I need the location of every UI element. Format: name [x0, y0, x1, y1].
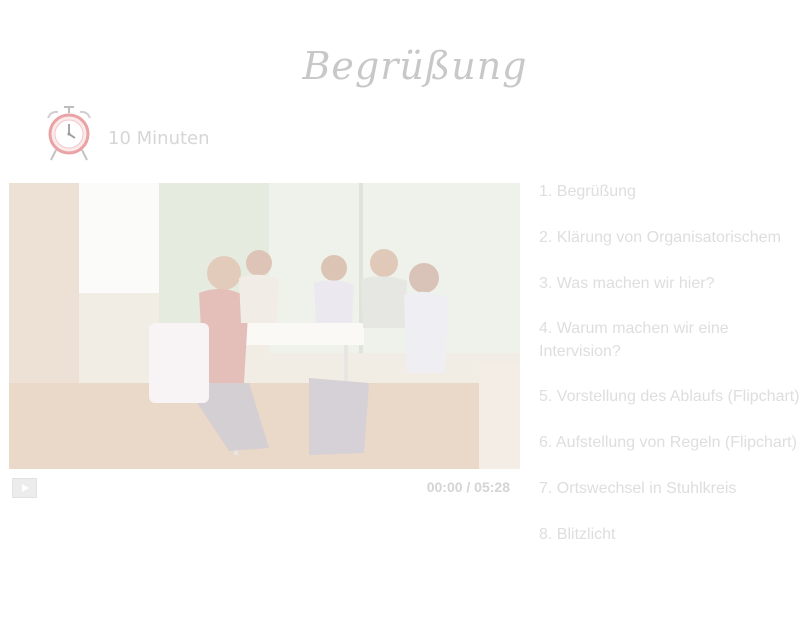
timer: 10 Minuten — [42, 104, 210, 166]
video-frame — [9, 183, 520, 469]
timer-label: 10 Minuten — [108, 127, 210, 149]
agenda-item: 5. Vorstellung des Ablaufs (Flipchart) — [539, 388, 800, 405]
agenda-item: 8. Blitzlicht — [539, 526, 616, 543]
play-button[interactable] — [12, 478, 37, 498]
alarm-clock-icon — [47, 106, 91, 161]
page: Begrüßung 10 Minuten 00:00 / 05:28 1. Be… — [0, 0, 801, 623]
page-title: Begrüßung — [302, 44, 528, 88]
agenda-item: 3. Was machen wir hier? — [539, 275, 715, 292]
agenda-item: 2. Klärung von Organisatorischem — [539, 229, 781, 246]
agenda-item: 1. Begrüßung — [539, 183, 636, 200]
video-controls: 00:00 / 05:28 — [9, 473, 520, 503]
agenda-item: 7. Ortswechsel in Stuhlkreis — [539, 480, 737, 497]
video-time: 00:00 / 05:28 — [426, 479, 510, 495]
agenda-item: 6. Aufstellung von Regeln (Flipchart) — [539, 434, 797, 451]
agenda-item: 4. Warum machen wir eine Intervision? — [539, 320, 729, 360]
video-player[interactable] — [9, 183, 520, 469]
agenda-list: 1. Begrüßung 2. Klärung von Organisatori… — [539, 180, 801, 546]
